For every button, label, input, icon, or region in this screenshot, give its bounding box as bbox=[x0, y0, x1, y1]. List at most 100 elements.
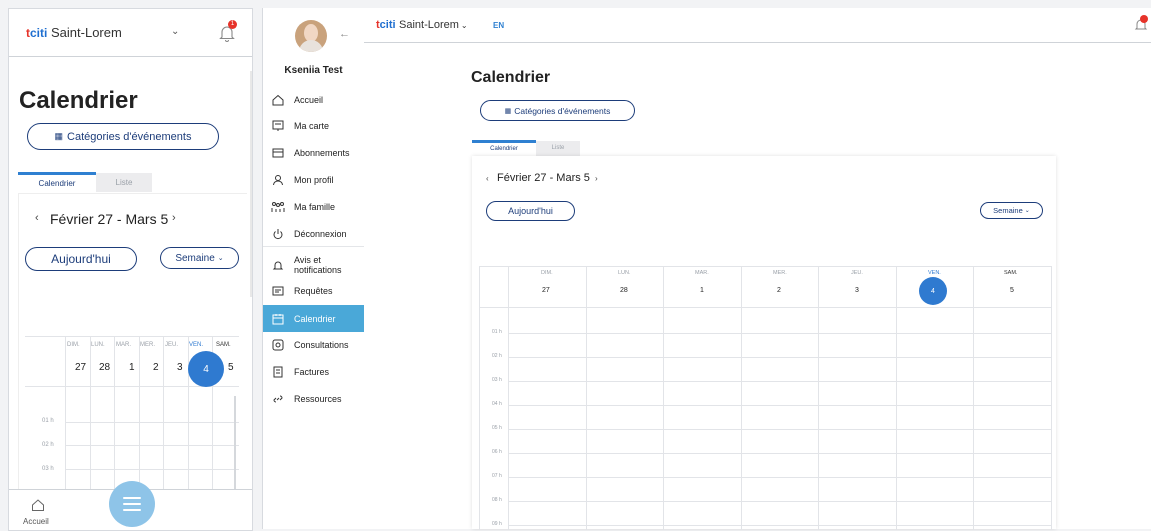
sidebar-item-ma-carte[interactable]: Ma carte bbox=[263, 116, 364, 136]
day-number-3[interactable]: 3 bbox=[177, 362, 183, 373]
hour-label: 02 h bbox=[42, 442, 54, 448]
view-selector[interactable]: Semaine ⌄ bbox=[160, 247, 239, 269]
page-title: Calendrier bbox=[19, 87, 138, 114]
hour-label: 08 h bbox=[492, 497, 502, 503]
day-header-tue: MAR. bbox=[116, 342, 131, 348]
today-button[interactable]: Aujourd'hui bbox=[486, 201, 575, 221]
tab-calendar[interactable]: Calendrier bbox=[18, 172, 96, 193]
tab-calendar[interactable]: Calendrier bbox=[472, 140, 536, 156]
day-header-wed: MER. bbox=[140, 342, 155, 348]
day-header-thu: JEU. bbox=[851, 270, 863, 276]
sidebar-item-ressources[interactable]: Ressources bbox=[263, 389, 364, 409]
day-number-1[interactable]: 1 bbox=[700, 287, 704, 294]
day-header-sun: DIM. bbox=[67, 342, 80, 348]
tab-list[interactable]: Liste bbox=[536, 141, 580, 156]
calendar-icon: ▦ bbox=[504, 107, 512, 115]
calendar-icon: ▦ bbox=[54, 131, 64, 141]
tab-list[interactable]: Liste bbox=[96, 173, 152, 192]
sidebar: ← Kseniia Test Accueil Ma carte Abonneme… bbox=[262, 8, 365, 529]
grid-scrollbar[interactable] bbox=[234, 396, 236, 489]
calendar-icon bbox=[271, 312, 285, 326]
today-button[interactable]: Aujourd'hui bbox=[25, 247, 137, 271]
requests-icon bbox=[271, 284, 285, 298]
citi-logo[interactable]: tciti bbox=[376, 19, 396, 31]
day-header-sat: SAM. bbox=[1004, 270, 1018, 276]
hour-label: 03 h bbox=[42, 466, 54, 472]
sidebar-item-consultations[interactable]: Consultations bbox=[263, 335, 364, 355]
day-number-27[interactable]: 27 bbox=[75, 362, 86, 373]
today-marker[interactable]: 4 bbox=[188, 351, 224, 387]
sidebar-item-avis[interactable]: Avis et notifications bbox=[263, 251, 364, 279]
view-selector[interactable]: Semaine ⌄ bbox=[980, 202, 1043, 219]
day-header-wed: MER. bbox=[773, 270, 787, 276]
home-button[interactable] bbox=[31, 498, 45, 517]
sidebar-item-calendrier[interactable]: Calendrier bbox=[263, 305, 364, 332]
page-title: Calendrier bbox=[471, 69, 551, 86]
scrollbar[interactable] bbox=[250, 71, 252, 297]
home-icon bbox=[271, 93, 285, 107]
avatar[interactable] bbox=[295, 20, 327, 52]
day-header-fri: VEN. bbox=[928, 270, 941, 276]
sidebar-item-accueil[interactable]: Accueil bbox=[263, 90, 364, 110]
event-categories-button[interactable]: ▦ Catégories d'événements bbox=[27, 123, 219, 150]
day-header-mon: LUN. bbox=[91, 342, 105, 348]
chevron-down-icon: ⌄ bbox=[460, 21, 468, 30]
day-header-sun: DIM. bbox=[541, 270, 553, 276]
notifications-button[interactable] bbox=[1134, 15, 1148, 33]
day-number-5[interactable]: 5 bbox=[1010, 287, 1014, 294]
next-week-button[interactable]: › bbox=[595, 174, 598, 183]
sidebar-item-factures[interactable]: Factures bbox=[263, 362, 364, 382]
notification-badge: 1 bbox=[228, 20, 237, 29]
consultations-icon bbox=[271, 338, 285, 352]
hour-label: 04 h bbox=[492, 401, 502, 407]
bell-icon bbox=[271, 258, 285, 272]
link-icon bbox=[271, 392, 285, 406]
event-categories-button[interactable]: ▦ Catégories d'événements bbox=[480, 100, 635, 121]
power-icon bbox=[271, 227, 285, 241]
top-header: tciti Saint-Lorem ⌄ EN bbox=[364, 8, 1151, 43]
day-number-27[interactable]: 27 bbox=[542, 287, 550, 294]
day-header-thu: JEU. bbox=[165, 342, 179, 348]
today-marker[interactable]: 4 bbox=[919, 277, 947, 305]
day-number-3[interactable]: 3 bbox=[855, 287, 859, 294]
mobile-header: tciti Saint-Lorem ⌄ 1 bbox=[9, 9, 252, 57]
hour-label: 05 h bbox=[492, 425, 502, 431]
sidebar-item-mon-profil[interactable]: Mon profil bbox=[263, 170, 364, 190]
day-number-28[interactable]: 28 bbox=[99, 362, 110, 373]
invoice-icon bbox=[271, 365, 285, 379]
chevron-down-icon: ⌄ bbox=[1024, 208, 1030, 214]
chevron-down-icon[interactable]: ⌄ bbox=[171, 26, 179, 37]
day-number-28[interactable]: 28 bbox=[620, 287, 628, 294]
subscriptions-icon bbox=[271, 146, 285, 160]
city-selector[interactable]: Saint-Lorem ⌄ bbox=[399, 19, 468, 31]
mobile-view: tciti Saint-Lorem ⌄ 1 Calendrier ▦ Catégo… bbox=[8, 8, 253, 531]
sidebar-item-requetes[interactable]: Requêtes bbox=[263, 281, 364, 301]
notifications-button[interactable]: 1 bbox=[218, 20, 237, 43]
day-number-2[interactable]: 2 bbox=[153, 362, 159, 373]
home-icon bbox=[32, 499, 44, 511]
next-week-button[interactable]: › bbox=[172, 212, 176, 224]
sidebar-item-abonnements[interactable]: Abonnements bbox=[263, 143, 364, 163]
citi-logo[interactable]: tciti bbox=[26, 26, 47, 40]
date-range-label: Février 27 - Mars 5 bbox=[50, 211, 169, 227]
menu-fab-button[interactable] bbox=[109, 481, 155, 527]
day-number-5[interactable]: 5 bbox=[228, 362, 234, 373]
hour-label: 06 h bbox=[492, 449, 502, 455]
sidebar-item-ma-famille[interactable]: Ma famille bbox=[263, 197, 364, 217]
language-switch[interactable]: EN bbox=[493, 21, 504, 30]
family-icon bbox=[271, 200, 285, 214]
prev-week-button[interactable]: ‹ bbox=[35, 212, 39, 224]
home-label: Accueil bbox=[23, 517, 49, 526]
hour-label: 03 h bbox=[492, 377, 502, 383]
city-name[interactable]: Saint-Lorem bbox=[51, 25, 122, 40]
sidebar-item-deconnexion[interactable]: Déconnexion bbox=[263, 224, 364, 244]
user-name: Kseniia Test bbox=[284, 65, 343, 76]
day-number-1[interactable]: 1 bbox=[129, 362, 135, 373]
notification-badge bbox=[1140, 15, 1148, 23]
week-grid bbox=[479, 266, 1052, 530]
date-range-label: Février 27 - Mars 5 bbox=[497, 172, 590, 184]
collapse-sidebar-button[interactable]: ← bbox=[339, 28, 350, 40]
day-header-tue: MAR. bbox=[695, 270, 709, 276]
day-number-2[interactable]: 2 bbox=[777, 287, 781, 294]
prev-week-button[interactable]: ‹ bbox=[486, 174, 489, 183]
